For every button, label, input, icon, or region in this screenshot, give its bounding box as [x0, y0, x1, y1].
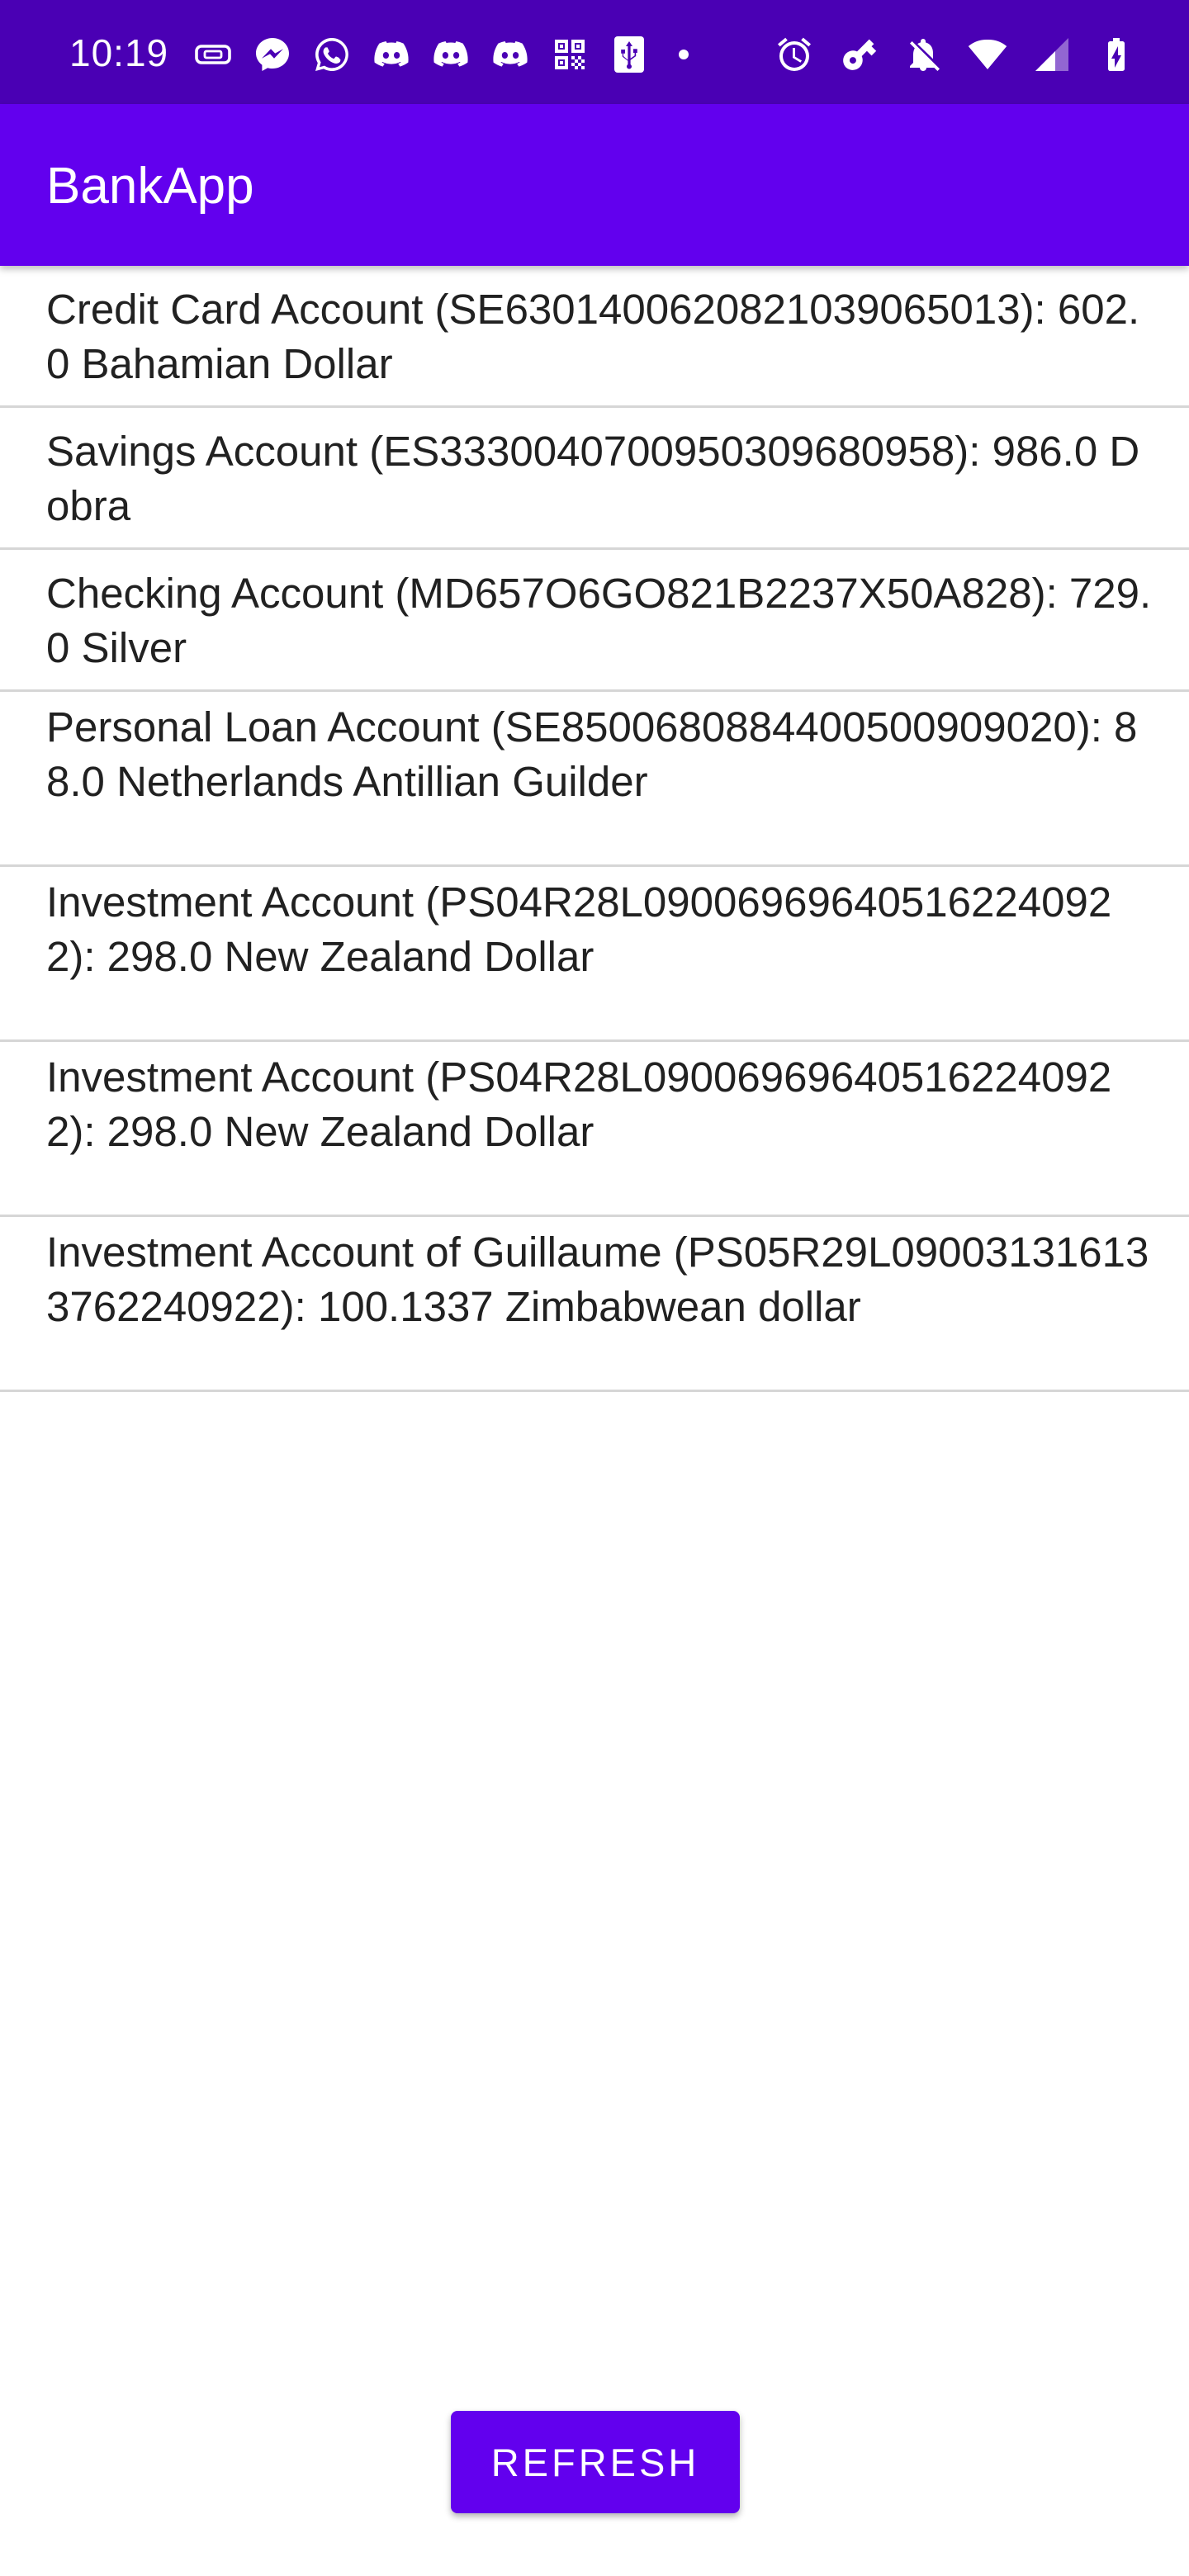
sim-card-icon	[192, 33, 234, 76]
whatsapp-icon	[310, 33, 353, 76]
app-title: BankApp	[46, 158, 254, 215]
discord-icon	[370, 33, 413, 76]
status-bar: 10:19	[0, 0, 1189, 104]
account-list-item[interactable]: Checking Account (MD657O6GO821B2237X50A8…	[0, 550, 1189, 692]
account-list: Credit Card Account (SE63014006208210390…	[0, 266, 1189, 1392]
account-list-item[interactable]: Savings Account (ES333004070095030968095…	[0, 408, 1189, 550]
notification-icons	[192, 31, 689, 78]
app-bar: BankApp	[0, 104, 1189, 266]
alarm-icon	[773, 33, 816, 76]
account-list-item[interactable]: Investment Account (PS04R28L090069696405…	[0, 867, 1189, 1042]
refresh-button[interactable]: REFRESH	[451, 2411, 740, 2513]
more-notifications-dot	[679, 50, 689, 59]
messenger-icon	[251, 33, 294, 76]
status-time: 10:19	[69, 31, 169, 74]
qr-code-icon	[548, 33, 591, 76]
wifi-icon	[966, 33, 1009, 76]
key-icon	[837, 33, 880, 76]
system-icons	[773, 31, 1138, 78]
account-list-item[interactable]: Investment Account of Guillaume (PS05R29…	[0, 1217, 1189, 1392]
account-list-item[interactable]: Investment Account (PS04R28L090069696405…	[0, 1042, 1189, 1217]
battery-charging-icon	[1095, 33, 1138, 76]
account-list-item[interactable]: Credit Card Account (SE63014006208210390…	[0, 266, 1189, 408]
notifications-off-icon	[902, 33, 945, 76]
usb-icon	[608, 33, 651, 76]
account-list-item[interactable]: Personal Loan Account (SE850068088440050…	[0, 692, 1189, 867]
discord-icon	[429, 33, 472, 76]
cellular-signal-icon	[1030, 33, 1073, 76]
discord-icon	[489, 33, 532, 76]
